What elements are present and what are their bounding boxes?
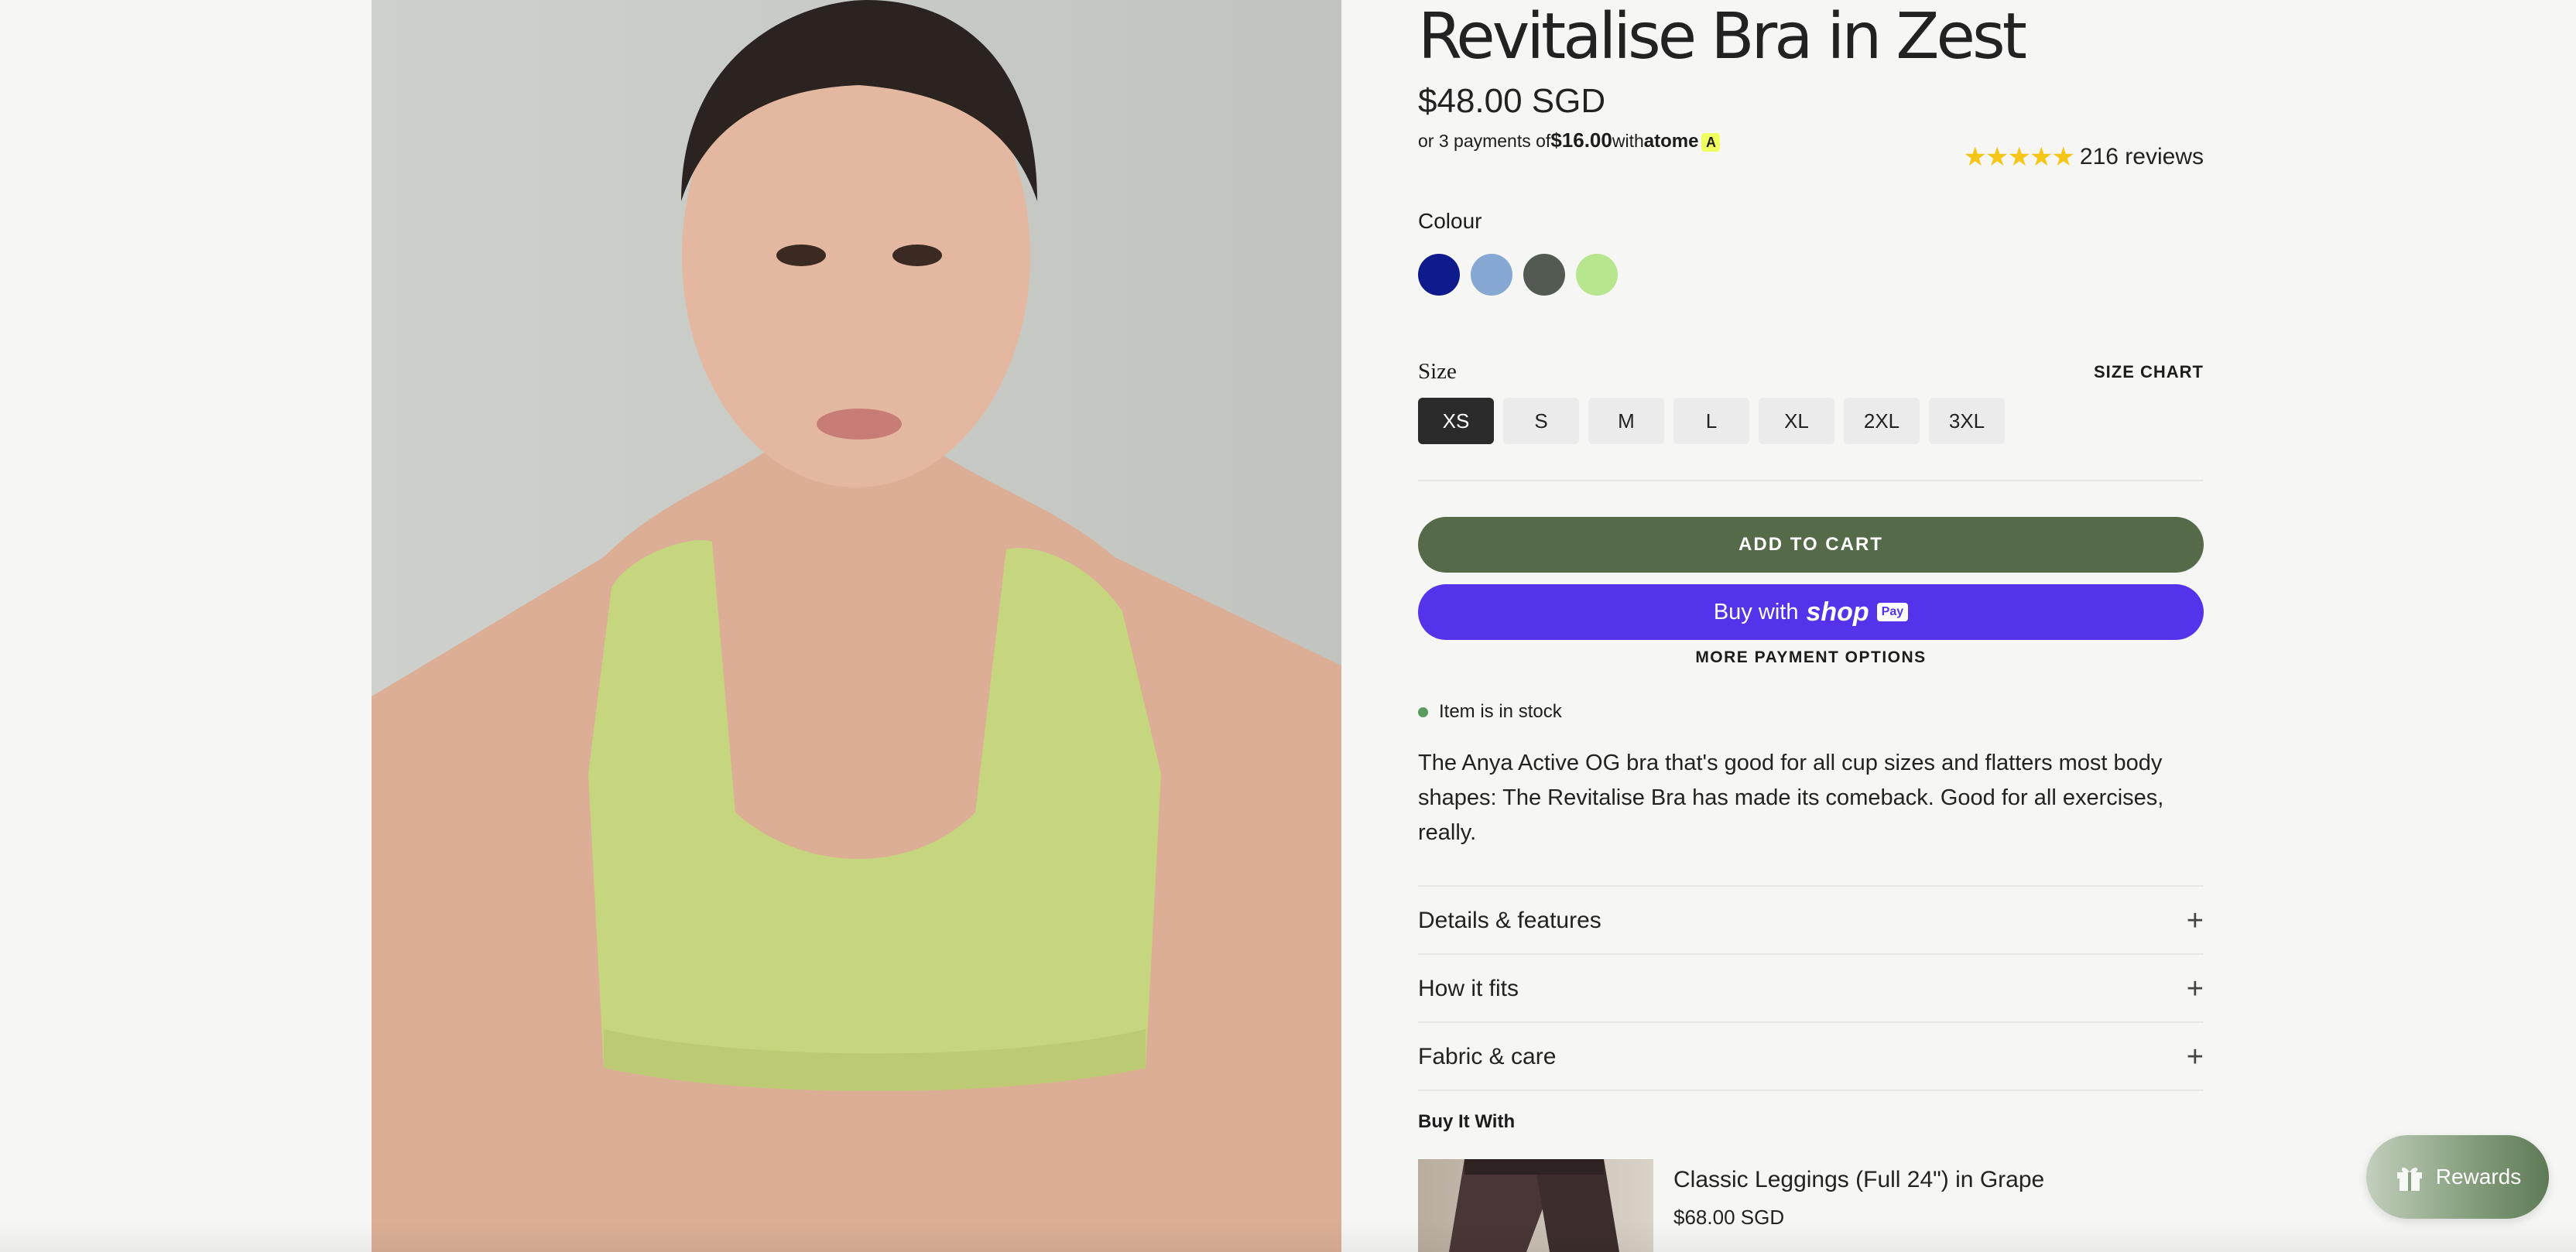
product-price: $48.00 SGD <box>1418 82 1606 120</box>
recommended-product-name[interactable]: Classic Leggings (Full 24") in Grape <box>1673 1167 2044 1193</box>
reviews-count: 216 reviews <box>2079 144 2204 169</box>
size-chart-link[interactable]: SIZE CHART <box>2094 362 2204 382</box>
installment-info: or 3 payments of $16.00 with atome A <box>1418 128 1721 152</box>
size-option-2xl[interactable]: 2XL <box>1844 398 1920 444</box>
star-rating-icon: ★★★★★ <box>1963 142 2075 172</box>
shop-pay-badge: Pay <box>1876 603 1909 621</box>
shop-pay-text: Buy with <box>1713 599 1799 624</box>
size-option-s[interactable]: S <box>1503 398 1579 444</box>
rating-summary[interactable]: ★★★★★ 216 reviews <box>1964 142 2204 173</box>
stock-text: Item is in stock <box>1439 701 1562 722</box>
size-label: Size <box>1418 359 1457 384</box>
installment-amount: $16.00 <box>1550 128 1612 152</box>
accordion-details-features[interactable]: Details & features + <box>1418 885 2204 955</box>
size-option-3xl[interactable]: 3XL <box>1929 398 2005 444</box>
product-title: Revitalise Bra in Zest <box>1418 0 2027 74</box>
atome-icon: A <box>1701 133 1721 152</box>
shop-pay-button[interactable]: Buy with shop Pay <box>1418 584 2204 640</box>
colour-swatches <box>1418 254 1618 296</box>
product-description: The Anya Active OG bra that's good for a… <box>1418 751 2164 845</box>
divider <box>1418 1090 2204 1091</box>
divider <box>1418 480 2204 481</box>
accordion-label: Details & features <box>1418 908 1601 933</box>
plus-icon: + <box>2186 1041 2204 1073</box>
size-option-l[interactable]: L <box>1673 398 1749 444</box>
buy-it-with-heading: Buy It With <box>1418 1111 1516 1132</box>
atome-logo[interactable]: atome <box>1644 131 1699 152</box>
rewards-label: Rewards <box>2435 1165 2522 1189</box>
accordion-how-it-fits[interactable]: How it fits + <box>1418 953 2204 1023</box>
rewards-button[interactable]: Rewards <box>2366 1135 2549 1219</box>
plus-icon: + <box>2186 973 2204 1005</box>
size-option-xl[interactable]: XL <box>1759 398 1834 444</box>
size-options: XS S M L XL 2XL 3XL <box>1418 398 2005 444</box>
colour-swatch[interactable] <box>1471 254 1512 296</box>
bottom-shadow <box>0 1221 2576 1252</box>
size-option-xs[interactable]: XS <box>1418 398 1494 444</box>
colour-label: Colour <box>1418 209 1482 233</box>
colour-swatch[interactable] <box>1418 254 1460 296</box>
installment-with: with <box>1612 131 1644 151</box>
accordion-label: Fabric & care <box>1418 1044 1557 1069</box>
add-to-cart-button[interactable]: ADD TO CART <box>1418 517 2204 573</box>
gift-icon <box>2396 1167 2422 1191</box>
accordion-fabric-care[interactable]: Fabric & care + <box>1418 1021 2204 1091</box>
plus-icon: + <box>2186 905 2204 937</box>
size-option-m[interactable]: M <box>1588 398 1664 444</box>
shop-logo: shop <box>1806 597 1869 627</box>
installment-prefix: or 3 payments of <box>1418 131 1551 151</box>
colour-swatch[interactable] <box>1576 254 1618 296</box>
model-illustration <box>372 0 1341 1252</box>
in-stock-dot-icon <box>1418 706 1428 717</box>
stock-status: Item is in stock <box>1418 701 1562 723</box>
product-image <box>372 0 1341 1252</box>
more-payment-options-link[interactable]: MORE PAYMENT OPTIONS <box>1418 648 2204 667</box>
colour-swatch[interactable] <box>1523 254 1565 296</box>
accordion-label: How it fits <box>1418 976 1519 1001</box>
